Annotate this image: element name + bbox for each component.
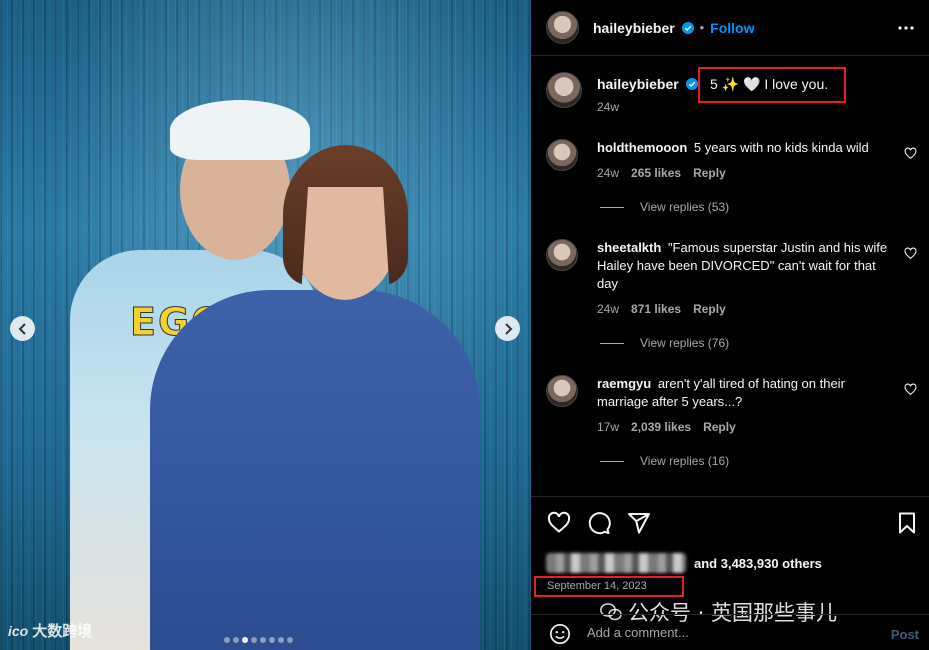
post-comment-button[interactable]: Post (891, 627, 919, 642)
watermark-logo: ico (8, 622, 29, 639)
view-replies-label[interactable]: View replies (76) (640, 336, 729, 350)
blurred-liker-names (546, 553, 686, 573)
reply-button[interactable]: Reply (693, 302, 726, 316)
post-actions (547, 511, 651, 535)
date-highlight-box (534, 576, 684, 597)
comment-likes[interactable]: 265 likes (631, 166, 681, 180)
carousel-dot (269, 637, 275, 643)
replies-divider (600, 206, 624, 208)
carousel-dot (233, 637, 239, 643)
carousel-dot (278, 637, 284, 643)
woman-hoodie (150, 290, 480, 650)
save-button[interactable] (895, 511, 919, 540)
carousel-prev-button[interactable] (10, 316, 35, 341)
comment-text: holdthemooon 5 years with no kids kinda … (597, 139, 897, 157)
man-cap (170, 100, 310, 160)
post-photo[interactable]: EGO ico 大数跨境 (0, 0, 531, 650)
heart-outline-icon[interactable] (904, 147, 917, 160)
replies-divider (600, 460, 624, 462)
avatar[interactable] (546, 239, 578, 271)
comment-time: 17w (597, 420, 620, 434)
avatar[interactable] (546, 11, 579, 44)
avatar[interactable] (546, 139, 578, 171)
carousel-dot (251, 637, 257, 643)
replies-divider (600, 342, 624, 344)
caption-time: 24w (597, 100, 620, 114)
view-replies-button[interactable]: View replies (76) (600, 336, 729, 350)
watermark-left-text: 大数跨境 (32, 623, 93, 640)
bookmark-icon[interactable] (895, 511, 919, 535)
comment-time: 24w (597, 166, 620, 180)
avatar[interactable] (546, 72, 582, 108)
verified-badge-icon (685, 78, 698, 90)
post-header: haileybieber • Follow (531, 0, 929, 56)
chevron-left-icon (18, 322, 26, 335)
reply-button[interactable]: Reply (693, 166, 726, 180)
comment-likes[interactable]: 871 likes (631, 302, 681, 316)
carousel-dot (224, 637, 230, 643)
likes-summary[interactable]: and 3,483,930 others (546, 553, 822, 573)
comment-username[interactable]: sheetalkth (597, 240, 661, 255)
comment-bubble-icon[interactable] (587, 511, 611, 535)
verified-badge-icon (681, 21, 694, 34)
view-replies-button[interactable]: View replies (16) (600, 454, 729, 468)
caption-highlight-box (698, 67, 846, 103)
actions-divider (531, 496, 929, 497)
view-replies-button[interactable]: View replies (53) (600, 200, 729, 214)
reply-button[interactable]: Reply (703, 420, 736, 434)
heart-outline-icon[interactable] (904, 247, 917, 260)
comment-text: sheetalkth "Famous superstar Justin and … (597, 239, 897, 293)
add-comment-input[interactable] (587, 625, 847, 640)
comment-username[interactable]: raemgyu (597, 376, 651, 391)
comment-text: raemgyu aren't y'all tired of hating on … (597, 375, 897, 411)
heart-outline-icon[interactable] (904, 383, 917, 396)
comment-likes[interactable]: 2,039 likes (631, 420, 691, 434)
carousel-dot (287, 637, 293, 643)
comment-meta: 17w 2,039 likes Reply (597, 420, 736, 434)
comment-username[interactable]: holdthemooon (597, 140, 687, 155)
comment-body: 5 years with no kids kinda wild (693, 140, 869, 155)
carousel-dot-active (242, 637, 248, 643)
likes-count[interactable]: and 3,483,930 others (694, 556, 822, 571)
avatar[interactable] (546, 375, 578, 407)
add-comment-bar: Post (531, 614, 929, 650)
caption-username[interactable]: haileybieber (597, 76, 698, 92)
post-side-panel: haileybieber • Follow haileybieber 5 ✨ 🤍… (531, 0, 929, 650)
header-separator: • (699, 20, 705, 35)
follow-button[interactable]: Follow (710, 20, 754, 36)
chevron-right-icon (504, 322, 512, 335)
header-username[interactable]: haileybieber (593, 20, 694, 36)
header-username-text[interactable]: haileybieber (593, 20, 675, 36)
view-replies-label[interactable]: View replies (16) (640, 454, 729, 468)
caption-username-text[interactable]: haileybieber (597, 76, 679, 92)
share-send-icon[interactable] (627, 511, 651, 535)
carousel-next-button[interactable] (495, 316, 520, 341)
view-replies-label[interactable]: View replies (53) (640, 200, 729, 214)
comment-meta: 24w 871 likes Reply (597, 302, 726, 316)
emoji-icon[interactable] (549, 623, 571, 645)
like-heart-icon[interactable] (547, 511, 571, 535)
comment-time: 24w (597, 302, 620, 316)
carousel-indicator (224, 637, 293, 643)
watermark-left: ico 大数跨境 (8, 620, 92, 641)
comment-meta: 24w 265 likes Reply (597, 166, 726, 180)
more-horizontal-icon[interactable] (897, 19, 915, 37)
carousel-dot (260, 637, 266, 643)
